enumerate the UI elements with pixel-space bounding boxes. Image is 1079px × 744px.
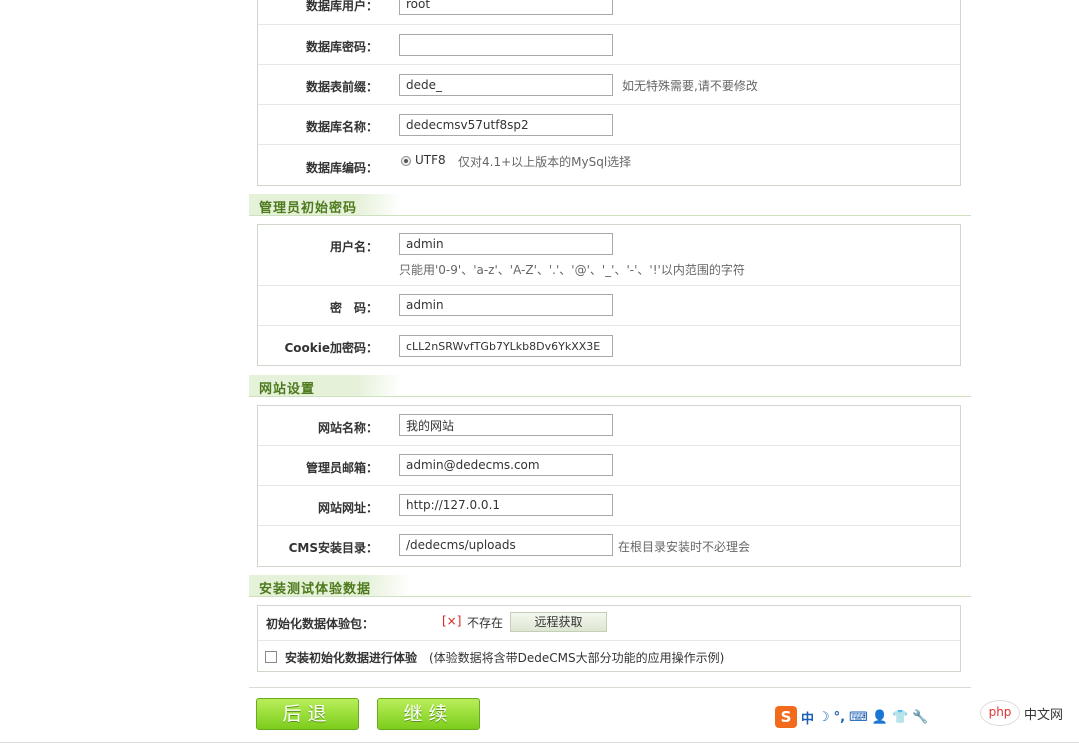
admin-password-input[interactable] [399,294,613,316]
remote-fetch-button[interactable]: 远程获取 [510,612,607,632]
admin-username-hint: 只能用'0-9'、'a-z'、'A-Z'、'.'、'@'、'_'、'-'、'!'… [399,263,745,277]
demo-data-box: 初始化数据体验包： [×] 不存在 安装初始化数据进行体验 (体验数据将含带De… [257,605,961,672]
install-dir-row: CMS安装目录： 在根目录安装时不必理会 [258,526,960,567]
db-password-label: 数据库密码： [305,40,378,54]
db-name-label: 数据库名称： [305,120,378,134]
admin-username-label: 用户名： [329,240,378,254]
site-section-header: 网站设置 [249,375,971,397]
punctuation-icon[interactable]: °, [834,710,845,725]
install-demo-checkbox[interactable] [265,651,277,663]
db-name-row: 数据库名称： [258,105,960,145]
admin-password-label: 密 码： [329,301,378,315]
db-user-row: 数据库用户： [258,0,960,25]
cookie-key-label: Cookie加密码： [284,341,378,355]
db-prefix-input[interactable] [399,74,613,96]
continue-button[interactable]: 继续 [377,698,480,730]
db-charset-hint: 仅对4.1+以上版本的MySql选择 [458,155,632,169]
install-dir-hint: 在根目录安装时不必理会 [618,540,751,554]
site-name-input[interactable] [399,414,613,436]
charset-utf8-radio[interactable] [401,156,411,166]
moon-icon[interactable]: ☽ [818,710,830,725]
admin-settings-box: 用户名： 只能用'0-9'、'a-z'、'A-Z'、'.'、'@'、'_'、'-… [257,224,961,366]
db-prefix-hint: 如无特殊需要,请不要修改 [622,79,758,93]
keyboard-icon[interactable]: ⌨ [849,710,868,725]
back-button[interactable]: 后退 [256,698,359,730]
db-password-input[interactable] [399,34,613,56]
db-prefix-label: 数据表前缀： [305,80,378,94]
db-password-row: 数据库密码： [258,25,960,65]
install-demo-hint: (体验数据将含带DedeCMS大部分功能的应用操作示例) [429,651,725,665]
demo-package-row: 初始化数据体验包： [×] 不存在 [258,606,960,641]
install-demo-label: 安装初始化数据进行体验 [285,651,418,665]
site-url-row: 网站网址： [258,486,960,526]
install-dir-label: CMS安装目录： [288,541,378,555]
charset-utf8-option: UTF8 [415,153,446,167]
db-user-label: 数据库用户： [305,0,378,13]
db-charset-label: 数据库编码： [305,161,378,175]
admin-username-row: 用户名： 只能用'0-9'、'a-z'、'A-Z'、'.'、'@'、'_'、'-… [258,225,960,286]
admin-username-input[interactable] [399,233,613,255]
watermark-text: 中文网 [1024,708,1064,723]
admin-email-input[interactable] [399,454,613,476]
user-icon[interactable]: 👤 [872,710,888,725]
ime-toolbar[interactable]: S 中 ☽ °, ⌨ 👤 👕 🔧 [775,704,928,730]
cookie-key-input[interactable] [399,335,613,357]
skin-icon[interactable]: 👕 [892,710,908,725]
site-url-label: 网站网址： [317,501,378,515]
php-logo-icon: php [980,700,1020,726]
site-name-label: 网站名称： [317,421,378,435]
install-dir-input[interactable] [399,534,613,556]
demo-section-title: 安装测试体验数据 [259,582,372,597]
db-name-input[interactable] [399,114,613,136]
site-section-title: 网站设置 [259,382,316,397]
db-charset-row: 数据库编码： UTF8 仅对4.1+以上版本的MySql选择 [258,145,960,187]
admin-email-label: 管理员邮箱： [305,461,378,475]
sogou-logo-icon: S [775,706,797,728]
site-url-input[interactable] [399,494,613,516]
demo-section-header: 安装测试体验数据 [249,575,971,597]
db-prefix-row: 数据表前缀： 如无特殊需要,请不要修改 [258,65,960,105]
db-user-input[interactable] [399,0,613,15]
admin-section-header: 管理员初始密码 [249,194,971,216]
footer-divider [249,687,971,688]
demo-package-label: 初始化数据体验包： [266,617,375,631]
page-bottom-border [0,742,1079,743]
database-settings-box: 数据库用户： 数据库密码： 数据表前缀： 如无特殊需要,请不要修改 数据库名称：… [257,0,961,186]
admin-section-title: 管理员初始密码 [259,201,358,216]
status-text: 不存在 [467,616,504,630]
demo-install-row: 安装初始化数据进行体验 (体验数据将含带DedeCMS大部分功能的应用操作示例) [258,641,960,673]
cookie-key-row: Cookie加密码： [258,326,960,366]
wrench-icon[interactable]: 🔧 [912,710,928,725]
site-settings-box: 网站名称： 管理员邮箱： 网站网址： CMS安装目录： 在根目录安装时不必理会 [257,405,961,567]
ime-mode-indicator[interactable]: 中 [801,708,814,727]
site-name-row: 网站名称： [258,406,960,446]
status-missing-mark: [×] [442,614,462,628]
admin-email-row: 管理员邮箱： [258,446,960,486]
admin-password-row: 密 码： [258,286,960,326]
